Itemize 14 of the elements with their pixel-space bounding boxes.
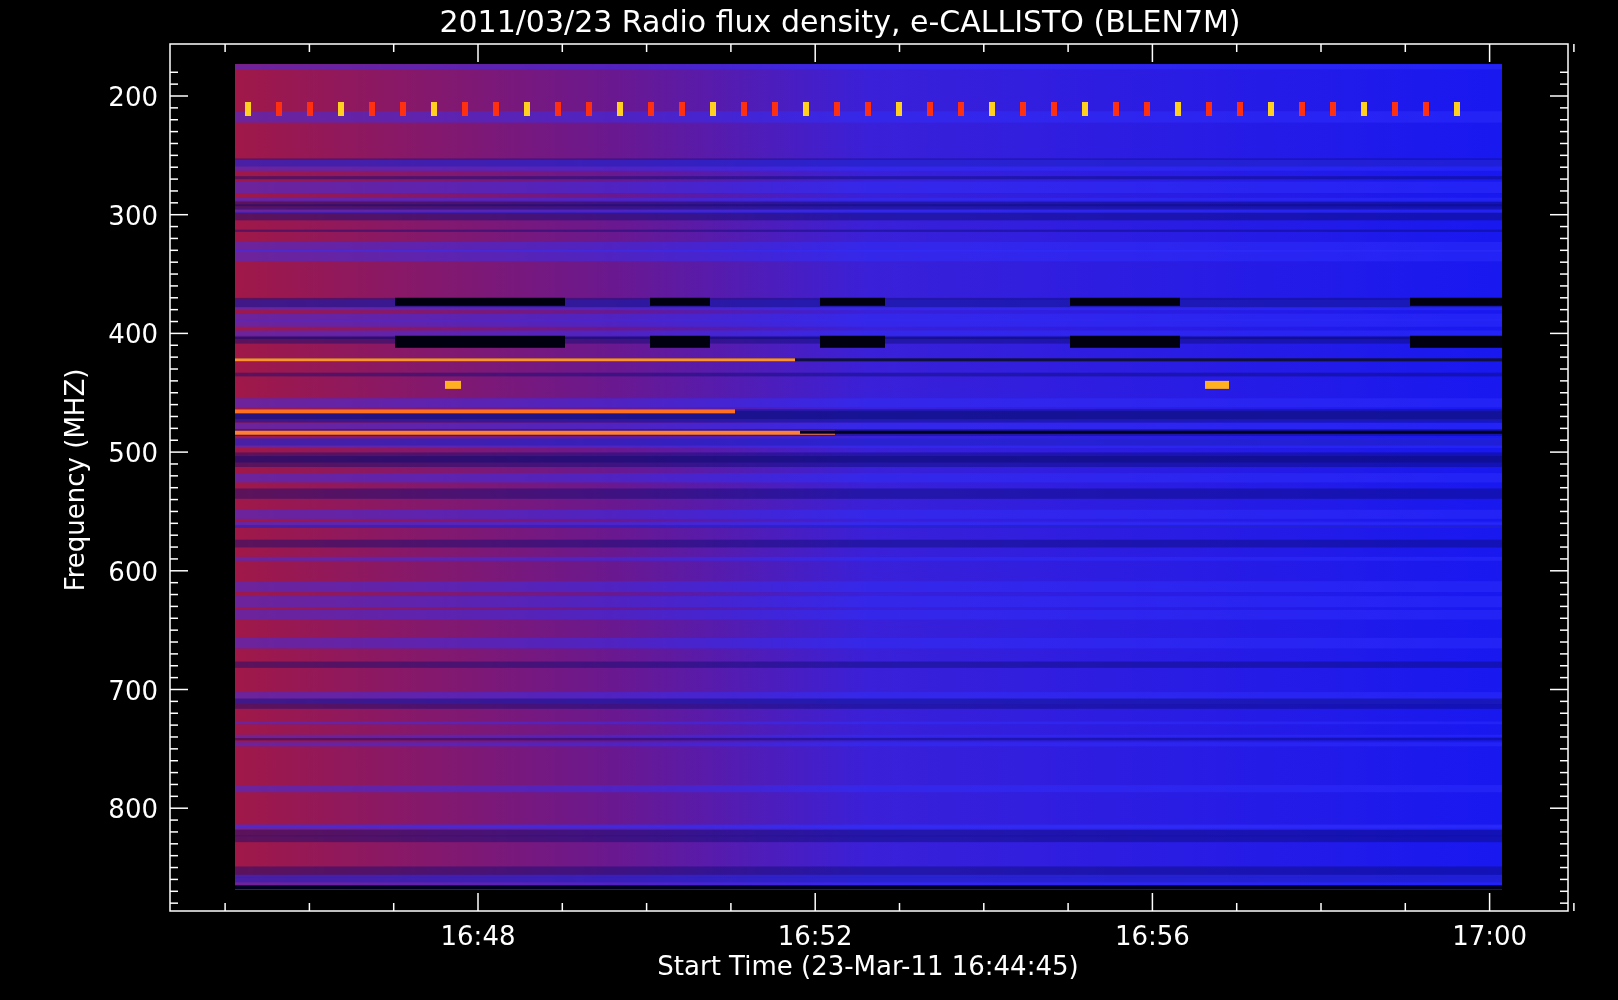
x-tick-label: 16:52 xyxy=(777,921,853,951)
x-axis-label: Start Time (23-Mar-11 16:44:45) xyxy=(657,951,1079,981)
y-tick-label: 500 xyxy=(108,438,158,469)
x-tick-label: 16:48 xyxy=(440,921,516,951)
y-tick-label: 600 xyxy=(108,556,158,587)
x-tick-label: 16:56 xyxy=(1114,921,1190,951)
chart-title: 2011/03/23 Radio flux density, e-CALLISTO (BLEN7M) xyxy=(439,4,1241,39)
y-axis-label: Frequency (MHZ) xyxy=(60,368,90,592)
y-tick-label: 200 xyxy=(108,82,158,112)
x-tick-label: 17:00 xyxy=(1452,921,1528,951)
y-tick-label: 700 xyxy=(108,675,158,706)
y-tick-label: 400 xyxy=(108,319,158,350)
y-tick-label: 800 xyxy=(108,794,158,825)
y-tick-label: 300 xyxy=(108,200,158,231)
